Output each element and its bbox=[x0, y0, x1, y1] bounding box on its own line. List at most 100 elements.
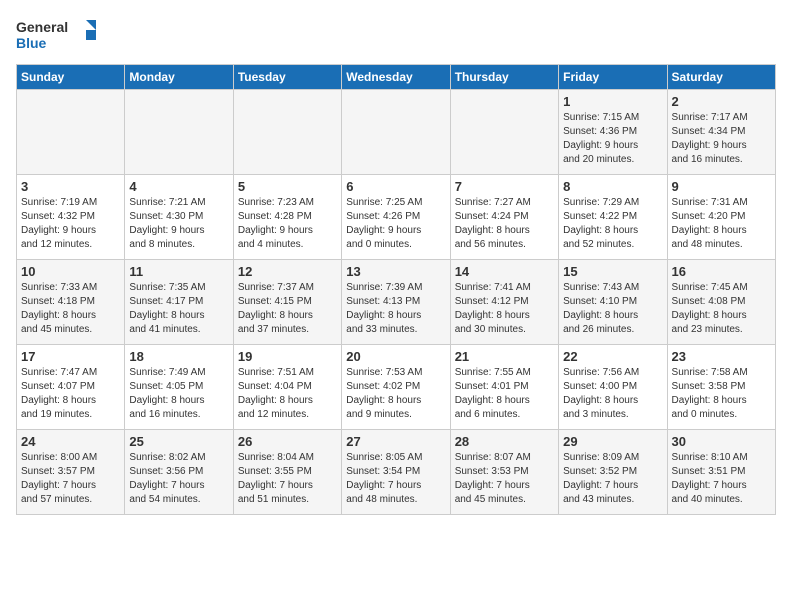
day-header: Saturday bbox=[667, 65, 775, 90]
calendar-cell: 22 Sunrise: 7:56 AM Sunset: 4:00 PM Dayli… bbox=[559, 345, 667, 430]
day-number: 16 bbox=[672, 264, 771, 279]
calendar-cell: 10 Sunrise: 7:33 AM Sunset: 4:18 PM Dayli… bbox=[17, 260, 125, 345]
day-number: 12 bbox=[238, 264, 337, 279]
day-info: Sunrise: 7:51 AM Sunset: 4:04 PM Dayligh… bbox=[238, 366, 337, 422]
calendar-cell: 12 Sunrise: 7:37 AM Sunset: 4:15 PM Dayli… bbox=[233, 260, 341, 345]
calendar-cell: 18 Sunrise: 7:49 AM Sunset: 4:05 PM Dayli… bbox=[125, 345, 233, 430]
day-header: Tuesday bbox=[233, 65, 341, 90]
day-header: Monday bbox=[125, 65, 233, 90]
day-number: 15 bbox=[563, 264, 662, 279]
calendar-cell: 2 Sunrise: 7:17 AM Sunset: 4:34 PM Daylig… bbox=[667, 90, 775, 175]
day-number: 2 bbox=[672, 94, 771, 109]
day-number: 19 bbox=[238, 349, 337, 364]
day-number: 8 bbox=[563, 179, 662, 194]
day-number: 25 bbox=[129, 434, 228, 449]
day-number: 26 bbox=[238, 434, 337, 449]
calendar-week-row: 17 Sunrise: 7:47 AM Sunset: 4:07 PM Dayli… bbox=[17, 345, 776, 430]
calendar-cell bbox=[450, 90, 558, 175]
day-number: 22 bbox=[563, 349, 662, 364]
calendar-cell: 28 Sunrise: 8:07 AM Sunset: 3:53 PM Dayli… bbox=[450, 430, 558, 515]
day-number: 17 bbox=[21, 349, 120, 364]
day-info: Sunrise: 7:33 AM Sunset: 4:18 PM Dayligh… bbox=[21, 281, 120, 337]
calendar-cell: 19 Sunrise: 7:51 AM Sunset: 4:04 PM Dayli… bbox=[233, 345, 341, 430]
day-number: 3 bbox=[21, 179, 120, 194]
calendar-cell: 29 Sunrise: 8:09 AM Sunset: 3:52 PM Dayli… bbox=[559, 430, 667, 515]
day-info: Sunrise: 7:49 AM Sunset: 4:05 PM Dayligh… bbox=[129, 366, 228, 422]
day-info: Sunrise: 7:45 AM Sunset: 4:08 PM Dayligh… bbox=[672, 281, 771, 337]
calendar-cell bbox=[17, 90, 125, 175]
calendar-cell: 1Sunrise: 7:15 AM Sunset: 4:36 PM Daylig… bbox=[559, 90, 667, 175]
calendar-week-row: 3 Sunrise: 7:19 AM Sunset: 4:32 PM Daylig… bbox=[17, 175, 776, 260]
calendar-week-row: 24 Sunrise: 8:00 AM Sunset: 3:57 PM Dayli… bbox=[17, 430, 776, 515]
calendar-cell bbox=[233, 90, 341, 175]
calendar-week-row: 10 Sunrise: 7:33 AM Sunset: 4:18 PM Dayli… bbox=[17, 260, 776, 345]
calendar-cell: 30 Sunrise: 8:10 AM Sunset: 3:51 PM Dayli… bbox=[667, 430, 775, 515]
calendar-cell: 9 Sunrise: 7:31 AM Sunset: 4:20 PM Daylig… bbox=[667, 175, 775, 260]
day-info: Sunrise: 7:41 AM Sunset: 4:12 PM Dayligh… bbox=[455, 281, 554, 337]
day-number: 13 bbox=[346, 264, 445, 279]
day-info: Sunrise: 8:02 AM Sunset: 3:56 PM Dayligh… bbox=[129, 451, 228, 507]
day-info: Sunrise: 7:56 AM Sunset: 4:00 PM Dayligh… bbox=[563, 366, 662, 422]
day-number: 23 bbox=[672, 349, 771, 364]
calendar-cell: 24 Sunrise: 8:00 AM Sunset: 3:57 PM Dayli… bbox=[17, 430, 125, 515]
day-info: Sunrise: 7:17 AM Sunset: 4:34 PM Dayligh… bbox=[672, 111, 771, 167]
day-info: Sunrise: 7:29 AM Sunset: 4:22 PM Dayligh… bbox=[563, 196, 662, 252]
day-info: Sunrise: 8:10 AM Sunset: 3:51 PM Dayligh… bbox=[672, 451, 771, 507]
day-number: 27 bbox=[346, 434, 445, 449]
day-number: 4 bbox=[129, 179, 228, 194]
calendar-cell: 25 Sunrise: 8:02 AM Sunset: 3:56 PM Dayli… bbox=[125, 430, 233, 515]
day-number: 18 bbox=[129, 349, 228, 364]
logo-icon: General Blue bbox=[16, 16, 96, 56]
day-info: Sunrise: 8:00 AM Sunset: 3:57 PM Dayligh… bbox=[21, 451, 120, 507]
calendar-table: SundayMondayTuesdayWednesdayThursdayFrid… bbox=[16, 64, 776, 515]
day-info: Sunrise: 7:31 AM Sunset: 4:20 PM Dayligh… bbox=[672, 196, 771, 252]
day-info: Sunrise: 7:25 AM Sunset: 4:26 PM Dayligh… bbox=[346, 196, 445, 252]
header: General Blue bbox=[16, 16, 776, 56]
day-info: Sunrise: 7:21 AM Sunset: 4:30 PM Dayligh… bbox=[129, 196, 228, 252]
day-number: 24 bbox=[21, 434, 120, 449]
calendar-cell: 11Sunrise: 7:35 AM Sunset: 4:17 PM Dayli… bbox=[125, 260, 233, 345]
day-info: Sunrise: 7:15 AM Sunset: 4:36 PM Dayligh… bbox=[563, 111, 662, 167]
day-info: Sunrise: 7:23 AM Sunset: 4:28 PM Dayligh… bbox=[238, 196, 337, 252]
logo: General Blue bbox=[16, 16, 96, 56]
calendar-cell: 27Sunrise: 8:05 AM Sunset: 3:54 PM Dayli… bbox=[342, 430, 450, 515]
calendar-cell: 21 Sunrise: 7:55 AM Sunset: 4:01 PM Dayli… bbox=[450, 345, 558, 430]
day-number: 7 bbox=[455, 179, 554, 194]
day-info: Sunrise: 7:39 AM Sunset: 4:13 PM Dayligh… bbox=[346, 281, 445, 337]
calendar-cell: 20Sunrise: 7:53 AM Sunset: 4:02 PM Dayli… bbox=[342, 345, 450, 430]
day-info: Sunrise: 8:09 AM Sunset: 3:52 PM Dayligh… bbox=[563, 451, 662, 507]
day-number: 10 bbox=[21, 264, 120, 279]
calendar-cell bbox=[125, 90, 233, 175]
day-info: Sunrise: 7:55 AM Sunset: 4:01 PM Dayligh… bbox=[455, 366, 554, 422]
calendar-cell: 4 Sunrise: 7:21 AM Sunset: 4:30 PM Daylig… bbox=[125, 175, 233, 260]
day-number: 30 bbox=[672, 434, 771, 449]
day-header: Thursday bbox=[450, 65, 558, 90]
calendar-cell: 6 Sunrise: 7:25 AM Sunset: 4:26 PM Daylig… bbox=[342, 175, 450, 260]
day-number: 5 bbox=[238, 179, 337, 194]
calendar-cell: 15Sunrise: 7:43 AM Sunset: 4:10 PM Dayli… bbox=[559, 260, 667, 345]
day-number: 6 bbox=[346, 179, 445, 194]
day-number: 21 bbox=[455, 349, 554, 364]
day-number: 14 bbox=[455, 264, 554, 279]
calendar-week-row: 1Sunrise: 7:15 AM Sunset: 4:36 PM Daylig… bbox=[17, 90, 776, 175]
calendar-cell: 17 Sunrise: 7:47 AM Sunset: 4:07 PM Dayli… bbox=[17, 345, 125, 430]
calendar-cell: 14 Sunrise: 7:41 AM Sunset: 4:12 PM Dayli… bbox=[450, 260, 558, 345]
calendar-cell: 13 Sunrise: 7:39 AM Sunset: 4:13 PM Dayli… bbox=[342, 260, 450, 345]
day-info: Sunrise: 7:47 AM Sunset: 4:07 PM Dayligh… bbox=[21, 366, 120, 422]
day-info: Sunrise: 7:27 AM Sunset: 4:24 PM Dayligh… bbox=[455, 196, 554, 252]
day-info: Sunrise: 8:07 AM Sunset: 3:53 PM Dayligh… bbox=[455, 451, 554, 507]
calendar-cell: 16 Sunrise: 7:45 AM Sunset: 4:08 PM Dayli… bbox=[667, 260, 775, 345]
day-info: Sunrise: 7:19 AM Sunset: 4:32 PM Dayligh… bbox=[21, 196, 120, 252]
day-number: 29 bbox=[563, 434, 662, 449]
day-number: 9 bbox=[672, 179, 771, 194]
calendar-cell: 5 Sunrise: 7:23 AM Sunset: 4:28 PM Daylig… bbox=[233, 175, 341, 260]
day-header: Friday bbox=[559, 65, 667, 90]
day-info: Sunrise: 7:37 AM Sunset: 4:15 PM Dayligh… bbox=[238, 281, 337, 337]
day-info: Sunrise: 7:35 AM Sunset: 4:17 PM Dayligh… bbox=[129, 281, 228, 337]
svg-text:General: General bbox=[16, 19, 68, 35]
header-row: SundayMondayTuesdayWednesdayThursdayFrid… bbox=[17, 65, 776, 90]
day-number: 20 bbox=[346, 349, 445, 364]
day-number: 28 bbox=[455, 434, 554, 449]
calendar-cell: 7 Sunrise: 7:27 AM Sunset: 4:24 PM Daylig… bbox=[450, 175, 558, 260]
day-header: Sunday bbox=[17, 65, 125, 90]
